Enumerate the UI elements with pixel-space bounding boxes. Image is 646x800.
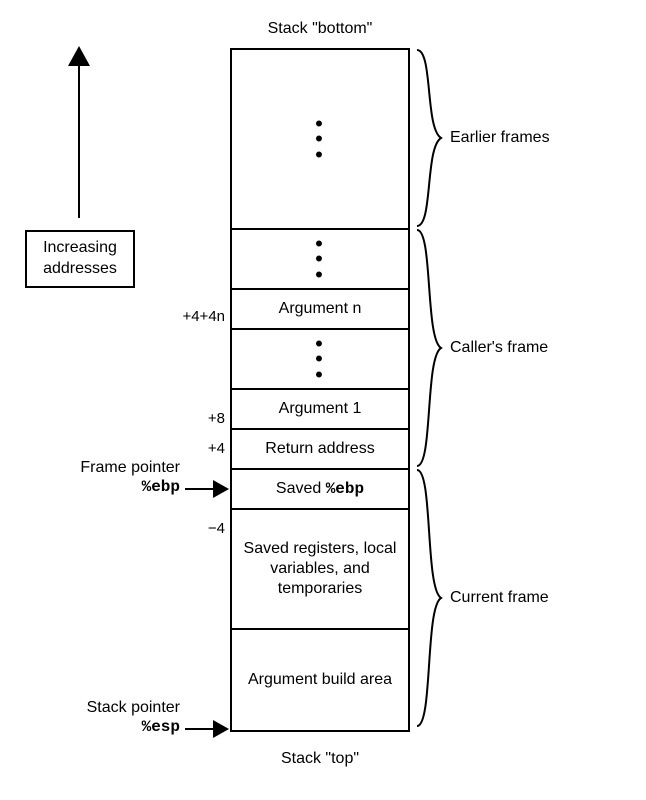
brace-icon bbox=[415, 468, 443, 728]
stack-column: ••• ••• Argument n ••• Argument 1 Return… bbox=[230, 48, 410, 732]
stack-top-label: Stack "top" bbox=[230, 750, 410, 768]
label-current-frame: Current frame bbox=[450, 588, 620, 608]
cell-text: Saved %ebp bbox=[276, 479, 364, 499]
cell-arg-build: Argument build area bbox=[232, 630, 408, 730]
cell-text: Argument 1 bbox=[279, 399, 362, 419]
cell-earlier-dots: ••• bbox=[232, 50, 408, 230]
offset-minus4: −4 bbox=[160, 520, 225, 537]
cell-text: Saved registers, local variables, and te… bbox=[238, 539, 402, 599]
brace-icon bbox=[415, 228, 443, 468]
cell-args-mid-dots: ••• bbox=[232, 330, 408, 390]
increasing-addresses-box: Increasing addresses bbox=[25, 230, 135, 288]
cell-return-address: Return address bbox=[232, 430, 408, 470]
cell-argument-1: Argument 1 bbox=[232, 390, 408, 430]
cell-text: Argument n bbox=[279, 299, 362, 319]
offset-plus8: +8 bbox=[160, 410, 225, 427]
stack-pointer-label: Stack pointer %esp bbox=[30, 698, 180, 737]
cell-text: Argument build area bbox=[248, 670, 392, 690]
offset-plus4plus4n: +4+4n bbox=[160, 308, 225, 325]
vertical-dots-icon: ••• bbox=[315, 116, 325, 162]
cell-saved-regs: Saved registers, local variables, and te… bbox=[232, 510, 408, 630]
arrow-up-icon bbox=[78, 48, 80, 218]
label-earlier-frames: Earlier frames bbox=[450, 128, 620, 148]
offset-plus4: +4 bbox=[160, 440, 225, 457]
vertical-dots-icon: ••• bbox=[315, 236, 325, 282]
cell-saved-ebp: Saved %ebp bbox=[232, 470, 408, 510]
increasing-line2: addresses bbox=[43, 260, 117, 277]
brace-icon bbox=[415, 48, 443, 228]
arrow-right-icon bbox=[185, 488, 227, 490]
increasing-line1: Increasing bbox=[43, 239, 117, 256]
frame-pointer-label: Frame pointer %ebp bbox=[30, 458, 180, 497]
cell-caller-top-dots: ••• bbox=[232, 230, 408, 290]
vertical-dots-icon: ••• bbox=[315, 336, 325, 382]
cell-text: Return address bbox=[265, 439, 374, 459]
arrow-right-icon bbox=[185, 728, 227, 730]
stack-bottom-label: Stack "bottom" bbox=[230, 20, 410, 38]
label-callers-frame: Caller's frame bbox=[450, 338, 620, 358]
cell-argument-n: Argument n bbox=[232, 290, 408, 330]
stack-diagram: Stack "bottom" Increasing addresses ••• … bbox=[0, 20, 646, 780]
